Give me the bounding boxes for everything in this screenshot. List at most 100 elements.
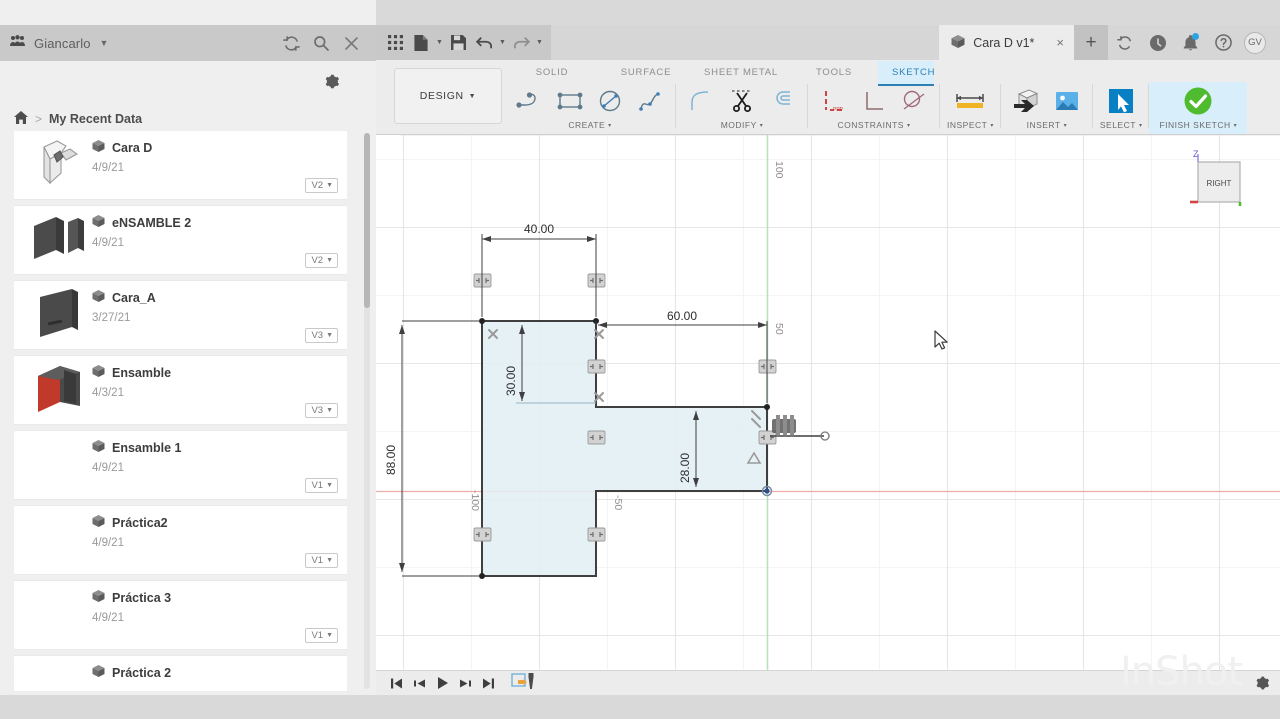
refresh-icon[interactable]	[276, 28, 306, 58]
version-badge[interactable]: V1 ▼	[305, 628, 338, 643]
tab-solid[interactable]: SOLID	[504, 61, 600, 78]
data-panel: Giancarlo ▼ > My Recent Data Cara D 4/9/…	[0, 0, 376, 695]
dimension-40[interactable]: 40.00	[524, 222, 554, 236]
dimension-88[interactable]: 88.00	[384, 445, 398, 475]
skip-to-end-icon[interactable]	[477, 671, 500, 696]
sketch-viewport[interactable]: 100 50 -50 -100 40.00 60.00 30.00 28.00 …	[376, 135, 1280, 670]
edge-drag-handle[interactable]	[770, 415, 830, 441]
dimension-28[interactable]: 28.00	[678, 453, 692, 483]
version-badge[interactable]: V3 ▼	[305, 403, 338, 418]
list-item[interactable]: Práctica2 4/9/21 V1 ▼	[14, 506, 347, 574]
play-icon[interactable]	[431, 671, 454, 696]
perpendicular-icon[interactable]	[855, 82, 893, 120]
tab-tools[interactable]: TOOLS	[790, 61, 878, 78]
topbar-spacer	[551, 25, 940, 60]
chevron-down-icon: ▼	[326, 332, 333, 339]
sketch-profile[interactable]	[481, 320, 768, 577]
step-back-icon[interactable]	[408, 671, 431, 696]
chevron-down-icon[interactable]: ▼	[497, 30, 508, 56]
dimension-60[interactable]: 60.00	[667, 309, 697, 323]
close-icon[interactable]	[336, 28, 366, 58]
save-icon[interactable]	[445, 30, 471, 56]
insert-image-icon[interactable]	[1048, 82, 1086, 120]
tab-sheet-metal[interactable]: SHEET METAL	[692, 61, 790, 78]
gear-icon[interactable]	[1254, 675, 1270, 696]
ribbon-group-label[interactable]: INSERT ▾	[1027, 120, 1068, 130]
skip-to-start-icon[interactable]	[385, 671, 408, 696]
insert-derive-icon[interactable]	[1008, 82, 1046, 120]
avatar[interactable]: GV	[1244, 31, 1266, 54]
chevron-down-icon[interactable]: ▼	[534, 30, 545, 56]
tangent-icon[interactable]	[895, 82, 933, 120]
horizontal-vertical-icon[interactable]: PPP	[815, 82, 853, 120]
search-icon[interactable]	[306, 28, 336, 58]
view-cube[interactable]: RIGHT Z	[1190, 149, 1242, 206]
fillet-icon[interactable]	[683, 82, 721, 120]
list-item[interactable]: Cara_A 3/27/21 V3 ▼	[14, 281, 347, 349]
notifications-icon[interactable]	[1174, 25, 1207, 60]
close-icon[interactable]: ×	[1056, 35, 1064, 50]
measure-icon[interactable]	[951, 82, 989, 120]
list-item[interactable]: Cara D 4/9/21 V2 ▼	[14, 131, 347, 199]
ribbon-group-label[interactable]: INSPECT ▾	[947, 120, 994, 130]
scrollbar-thumb[interactable]	[364, 133, 370, 308]
finish-check-icon[interactable]	[1179, 82, 1217, 120]
ribbon-groups: CREATE ▾ MODIFY ▾ PPP CONSTRAINTS ▾ INSP…	[504, 82, 1248, 134]
chevron-down-icon[interactable]: ▼	[434, 30, 445, 56]
inspect-icons	[951, 82, 989, 120]
chevron-down-icon: ▼	[326, 182, 333, 189]
rectangle-icon[interactable]	[551, 82, 589, 120]
new-tab-button[interactable]: +	[1074, 25, 1108, 60]
version-badge[interactable]: V3 ▼	[305, 328, 338, 343]
ribbon-group-label[interactable]: SELECT ▾	[1100, 120, 1143, 130]
item-name: Práctica2	[112, 515, 168, 530]
ribbon-group-finish-sketch[interactable]: FINISH SKETCH ▾	[1149, 82, 1248, 134]
finish-sketch-label: FINISH SKETCH	[1159, 120, 1231, 130]
constraints-icons: PPP	[815, 82, 933, 120]
sketch-canvas[interactable]: 100 50 -50 -100 40.00 60.00 30.00 28.00 …	[376, 135, 1280, 670]
item-date: 4/9/21	[92, 537, 124, 549]
ribbon-group-label[interactable]: CREATE ▾	[568, 120, 611, 130]
list-item[interactable]: eNSAMBLE 2 4/9/21 V2 ▼	[14, 206, 347, 274]
sketch-marker-icon[interactable]	[509, 671, 539, 696]
trim-icon[interactable]	[723, 82, 761, 120]
recent-icon[interactable]	[1141, 25, 1174, 60]
data-panel-scrollbar[interactable]	[364, 133, 370, 689]
recent-data-list[interactable]: Cara D 4/9/21 V2 ▼ eNSAMBLE 2 4/9/21 V2 …	[14, 131, 347, 691]
ribbon-group-label[interactable]: CONSTRAINTS ▾	[838, 120, 911, 130]
undo-icon[interactable]	[471, 30, 497, 56]
dimension-30[interactable]: 30.00	[504, 366, 518, 396]
spline-icon[interactable]	[631, 82, 669, 120]
redo-icon[interactable]	[508, 30, 534, 56]
home-icon[interactable]	[14, 111, 28, 127]
line-icon[interactable]	[511, 82, 549, 120]
gear-icon[interactable]	[323, 73, 340, 95]
list-item[interactable]: Ensamble 1 4/9/21 V1 ▼	[14, 431, 347, 499]
list-item[interactable]: Práctica 2	[14, 656, 347, 691]
hub-name[interactable]: Giancarlo	[34, 36, 91, 51]
ribbon-group-label[interactable]: FINISH SKETCH ▾	[1159, 120, 1237, 130]
version-badge[interactable]: V1 ▼	[305, 478, 338, 493]
version-badge[interactable]: V1 ▼	[305, 553, 338, 568]
thumbnail	[30, 137, 92, 193]
step-forward-icon[interactable]	[454, 671, 477, 696]
select-cursor-icon[interactable]	[1102, 82, 1140, 120]
offset-icon[interactable]	[763, 82, 801, 120]
refresh-icon[interactable]	[1108, 25, 1141, 60]
app-grid-icon[interactable]	[382, 30, 408, 56]
version-badge[interactable]: V2 ▼	[305, 178, 338, 193]
list-item[interactable]: Práctica 3 4/9/21 V1 ▼	[14, 581, 347, 649]
file-icon[interactable]	[408, 30, 434, 56]
help-icon[interactable]	[1207, 25, 1240, 60]
ribbon-group-label[interactable]: MODIFY ▾	[721, 120, 764, 130]
list-item[interactable]: Ensamble 4/3/21 V3 ▼	[14, 356, 347, 424]
chevron-down-icon: ▼	[326, 632, 333, 639]
breadcrumb-current[interactable]: My Recent Data	[49, 112, 142, 126]
workspace-switcher[interactable]: DESIGN ▼	[394, 68, 502, 124]
document-tab[interactable]: Cara D v1* ×	[939, 25, 1074, 60]
chevron-down-icon: ▼	[326, 557, 333, 564]
chevron-down-icon[interactable]: ▼	[100, 38, 109, 48]
tab-surface[interactable]: SURFACE	[600, 61, 692, 78]
circle-icon[interactable]	[591, 82, 629, 120]
version-badge[interactable]: V2 ▼	[305, 253, 338, 268]
